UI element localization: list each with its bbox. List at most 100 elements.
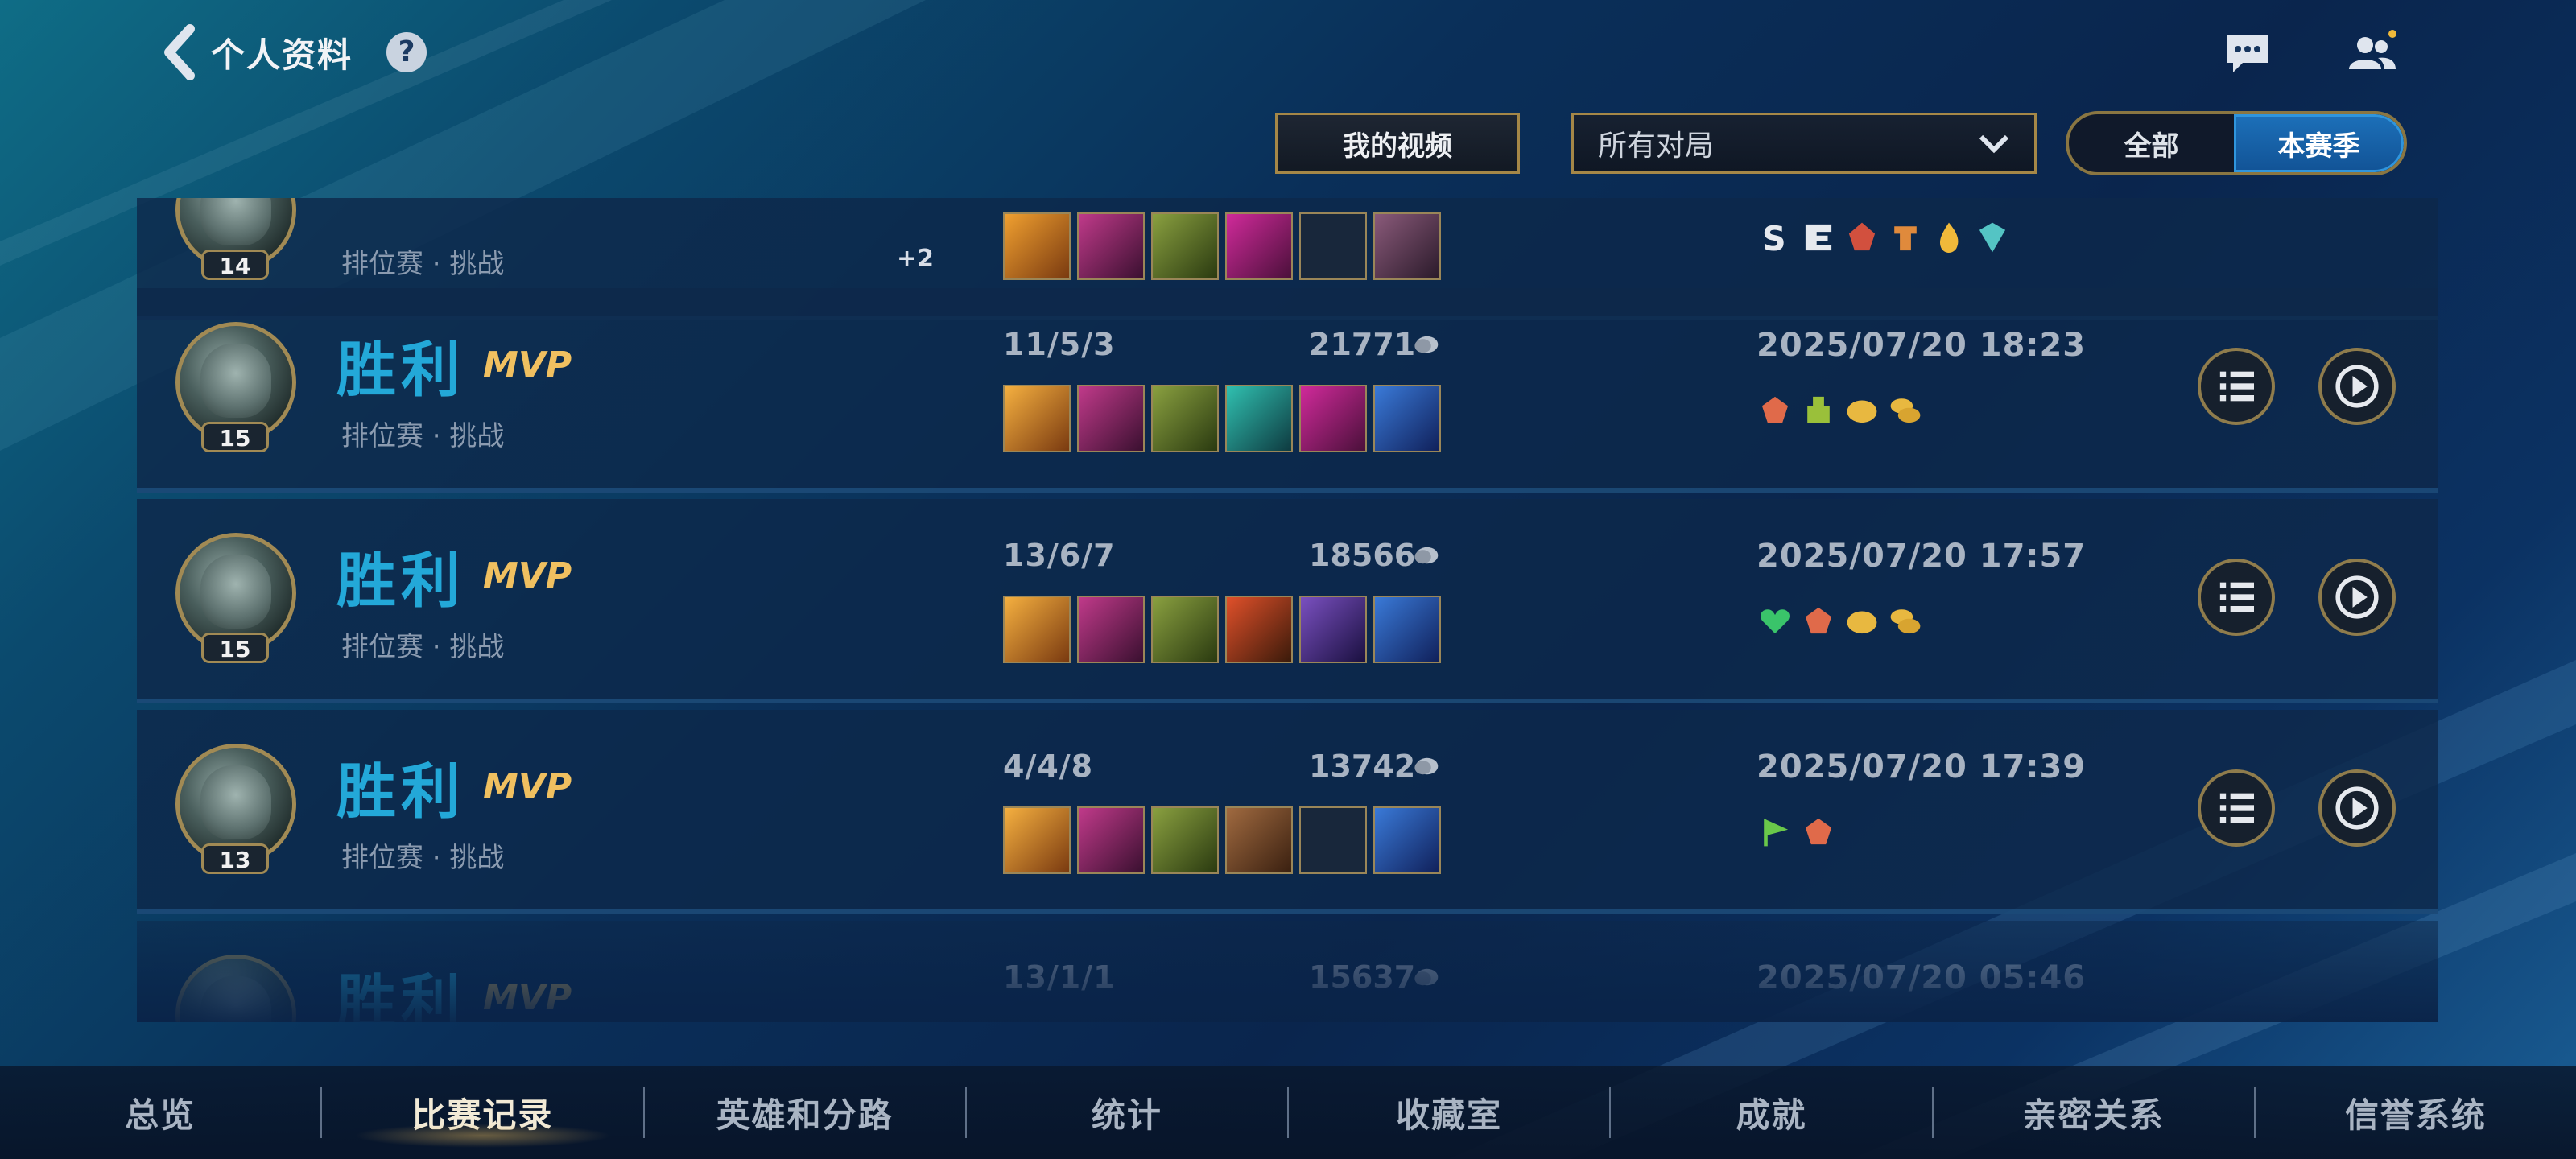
- season-all-tab[interactable]: 全部: [2069, 114, 2234, 172]
- mvp-label: MVP: [483, 344, 572, 386]
- item-slot: [1225, 212, 1293, 280]
- gold-stack-badge-icon: [1887, 602, 1924, 639]
- match-datetime: 2025/07/20 18:23: [1757, 327, 2087, 364]
- tab-overview[interactable]: 总览: [0, 1066, 320, 1159]
- shield-badge-icon: [1974, 219, 2011, 256]
- season-current-tab[interactable]: 本赛季: [2234, 114, 2404, 172]
- tab-honor-system[interactable]: 信誉系统: [2256, 1066, 2576, 1159]
- item-slot-trinket: [1373, 806, 1441, 874]
- match-replay-button[interactable]: [2318, 559, 2396, 636]
- list-icon: [2219, 582, 2254, 612]
- gold-coin-icon: [1414, 547, 1439, 564]
- item-slot: [1151, 212, 1219, 280]
- item-slot-trinket: [1373, 596, 1441, 663]
- match-details-button[interactable]: [2198, 769, 2275, 847]
- match-replay-button[interactable]: [2318, 348, 2396, 425]
- mvp-label: MVP: [483, 555, 572, 596]
- match-badges: S: [1757, 219, 2011, 256]
- my-videos-button[interactable]: 我的视频: [1275, 113, 1520, 174]
- tab-champions-and-lanes[interactable]: 英雄和分路: [645, 1066, 965, 1159]
- item-slot: [1003, 806, 1071, 874]
- kda-stat: 4/4/8: [1003, 749, 1094, 784]
- tab-achievements[interactable]: 成就: [1611, 1066, 1931, 1159]
- tab-collection[interactable]: 收藏室: [1289, 1066, 1609, 1159]
- champion-level: 15: [201, 633, 269, 663]
- item-slot: [1151, 385, 1219, 452]
- champion-level: 14: [201, 250, 269, 280]
- list-icon: [2219, 371, 2254, 402]
- item-slots: [1003, 596, 1441, 663]
- badge-icon: S: [1757, 219, 1794, 256]
- flag-badge-icon: [1757, 813, 1794, 850]
- match-filter-value: 所有对局: [1598, 130, 1715, 163]
- item-slots: [1003, 212, 1441, 280]
- match-replay-button[interactable]: [2318, 769, 2396, 847]
- tab-relationships[interactable]: 亲密关系: [1934, 1066, 2254, 1159]
- tower-badge-icon: [1887, 219, 1924, 256]
- item-slot: [1077, 806, 1145, 874]
- item-slot: [1299, 385, 1367, 452]
- match-datetime: 2025/07/20 05:46: [1757, 959, 2087, 996]
- herald-badge-icon: [1800, 391, 1837, 428]
- item-slot-trinket: [1373, 385, 1441, 452]
- mvp-label: MVP: [483, 977, 572, 1018]
- gold-stat: 21771: [1309, 327, 1416, 362]
- tab-statistics[interactable]: 统计: [967, 1066, 1287, 1159]
- item-slot: [1225, 385, 1293, 452]
- gold-coin-icon: [1414, 336, 1439, 353]
- svg-text:S: S: [1762, 220, 1786, 256]
- friends-icon[interactable]: [2346, 27, 2397, 79]
- gold-coin-icon: [1414, 968, 1439, 986]
- match-mode: 排位赛 · 挑战: [341, 842, 505, 874]
- match-result: 胜利: [336, 968, 465, 1022]
- dragon-badge-icon: [1800, 602, 1837, 639]
- match-details-button[interactable]: [2198, 559, 2275, 636]
- play-circle-icon: [2335, 786, 2379, 830]
- flame-badge-icon: [1930, 219, 1967, 256]
- gold-coin-icon: [1414, 757, 1439, 775]
- match-mode: 排位赛 · 挑战: [341, 631, 505, 663]
- page-title: 个人资料: [211, 35, 353, 75]
- item-slot: [1003, 385, 1071, 452]
- item-slot-empty: [1299, 212, 1367, 280]
- gold-stat: 18566: [1309, 538, 1416, 573]
- item-slot: [1077, 596, 1145, 663]
- item-slot: [1151, 596, 1219, 663]
- champion-avatar: [175, 955, 296, 1022]
- kda-stat: 11/5/3: [1003, 327, 1116, 362]
- match-result: 胜利: [336, 757, 465, 827]
- match-row[interactable]: 胜利 MVP 13/1/1 15637 2025/07/20 05:46: [137, 921, 2438, 1022]
- gold-stat: 13742: [1309, 749, 1416, 784]
- question-icon[interactable]: ?: [386, 32, 427, 72]
- champion-level: 15: [201, 422, 269, 452]
- gold-badge-icon: [1843, 602, 1880, 639]
- match-row[interactable]: 15 胜利 MVP 排位赛 · 挑战 13/6/7 18566 2025/07/…: [137, 499, 2438, 703]
- item-slot: [1373, 212, 1441, 280]
- item-slot: [1003, 596, 1071, 663]
- match-row[interactable]: 15 胜利 MVP 排位赛 · 挑战 11/5/3 21771 2025/07/…: [137, 288, 2438, 493]
- season-toggle: 全部 本赛季: [2066, 111, 2407, 175]
- match-filter-dropdown[interactable]: 所有对局: [1571, 113, 2037, 174]
- match-history-list: 14 排位赛 · 挑战 +2 S 15 胜利 MVP 排位赛 · 挑战 11/5…: [137, 198, 2438, 1022]
- item-slot: [1077, 212, 1145, 280]
- chat-bubble-icon[interactable]: [2222, 27, 2273, 79]
- back-button[interactable]: 个人资料 ?: [161, 23, 427, 82]
- gold-stack-badge-icon: [1887, 391, 1924, 428]
- match-row[interactable]: 13 胜利 MVP 排位赛 · 挑战 4/4/8 13742 2025/07/2…: [137, 710, 2438, 914]
- dragon-badge-icon: [1843, 219, 1880, 256]
- item-slot: [1299, 596, 1367, 663]
- item-slot: [1225, 806, 1293, 874]
- match-mode: 排位赛 · 挑战: [341, 248, 505, 280]
- heal-badge-icon: [1757, 602, 1794, 639]
- match-details-button[interactable]: [2198, 348, 2275, 425]
- match-datetime: 2025/07/20 17:57: [1757, 538, 2087, 575]
- gold-badge-icon: [1843, 391, 1880, 428]
- bottom-tab-bar: 总览 比赛记录 英雄和分路 统计 收藏室 成就 亲密关系 信誉系统: [0, 1066, 2576, 1159]
- item-slot: [1077, 385, 1145, 452]
- match-badges: [1757, 813, 1837, 850]
- match-badges: [1757, 391, 1924, 428]
- match-mode: 排位赛 · 挑战: [341, 420, 505, 452]
- kda-stat: 13/1/1: [1003, 959, 1116, 995]
- tab-match-history[interactable]: 比赛记录: [322, 1066, 642, 1159]
- champion-level: 13: [201, 843, 269, 874]
